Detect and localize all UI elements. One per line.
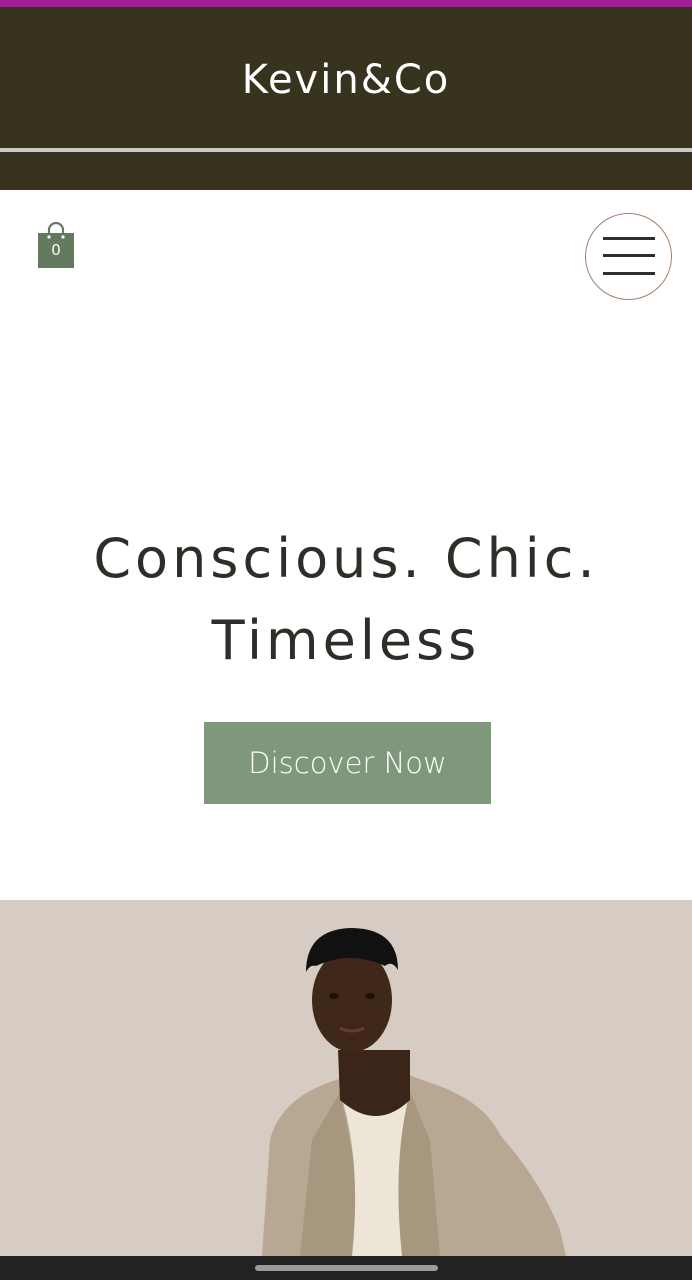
page: Kevin&Co 0 Conscious. Chic. Timeless Dis…: [0, 0, 692, 1280]
hero-image: [0, 900, 692, 1256]
top-accent-bar: [0, 0, 692, 7]
brand-logo[interactable]: Kevin&Co: [0, 57, 692, 103]
cart-button[interactable]: 0: [36, 220, 78, 272]
hero-heading-line-2: Timeless: [211, 609, 481, 672]
menu-line-middle: [603, 254, 655, 257]
cart-count-badge: 0: [51, 241, 61, 259]
system-navigation-bar: [0, 1256, 692, 1280]
hero-heading-line-1: Conscious. Chic.: [93, 527, 599, 590]
menu-line-top: [603, 237, 655, 240]
model-illustration: [0, 900, 692, 1256]
menu-line-bottom: [603, 272, 655, 275]
home-gesture-handle[interactable]: [255, 1265, 438, 1271]
hero-heading: Conscious. Chic. Timeless: [40, 518, 652, 682]
discover-now-button[interactable]: Discover Now: [204, 722, 491, 804]
site-header: Kevin&Co: [0, 7, 692, 190]
header-divider: [0, 148, 692, 152]
menu-button[interactable]: [585, 213, 672, 300]
